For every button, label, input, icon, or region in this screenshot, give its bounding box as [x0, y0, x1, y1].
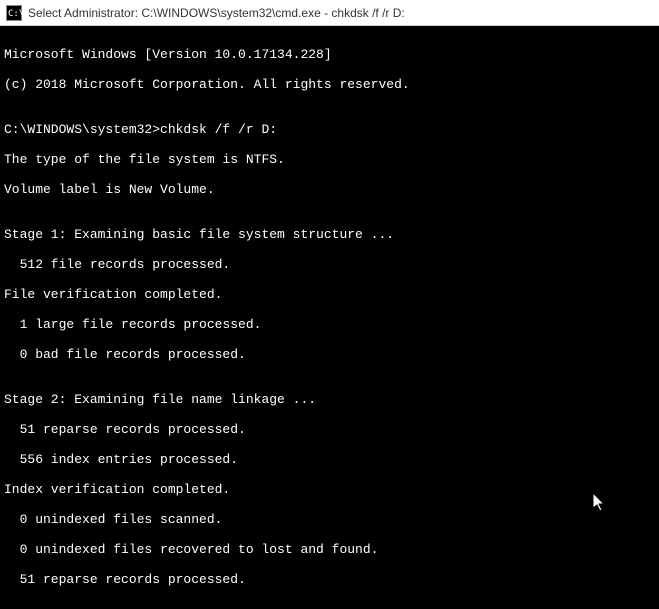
output-line: Stage 2: Examining file name linkage ... [4, 392, 655, 407]
titlebar[interactable]: C:\ Select Administrator: C:\WINDOWS\sys… [0, 0, 659, 26]
cmd-icon: C:\ [6, 5, 22, 21]
output-line: Index verification completed. [4, 482, 655, 497]
output-line: Stage 1: Examining basic file system str… [4, 227, 655, 242]
output-line: 0 unindexed files scanned. [4, 512, 655, 527]
output-line: (c) 2018 Microsoft Corporation. All righ… [4, 77, 655, 92]
output-line: 0 bad file records processed. [4, 347, 655, 362]
output-line: File verification completed. [4, 287, 655, 302]
prompt-line: C:\WINDOWS\system32>chkdsk /f /r D: [4, 122, 655, 137]
output-line: 512 file records processed. [4, 257, 655, 272]
output-line: 0 unindexed files recovered to lost and … [4, 542, 655, 557]
output-line: 1 large file records processed. [4, 317, 655, 332]
cmd-window: C:\ Select Administrator: C:\WINDOWS\sys… [0, 0, 659, 609]
terminal-output[interactable]: Microsoft Windows [Version 10.0.17134.22… [0, 26, 659, 609]
output-line: 51 reparse records processed. [4, 422, 655, 437]
output-line: 556 index entries processed. [4, 452, 655, 467]
output-line: Volume label is New Volume. [4, 182, 655, 197]
svg-text:C:\: C:\ [8, 9, 22, 19]
output-line: Microsoft Windows [Version 10.0.17134.22… [4, 47, 655, 62]
window-title: Select Administrator: C:\WINDOWS\system3… [28, 6, 405, 20]
output-line: The type of the file system is NTFS. [4, 152, 655, 167]
output-line: 51 reparse records processed. [4, 572, 655, 587]
